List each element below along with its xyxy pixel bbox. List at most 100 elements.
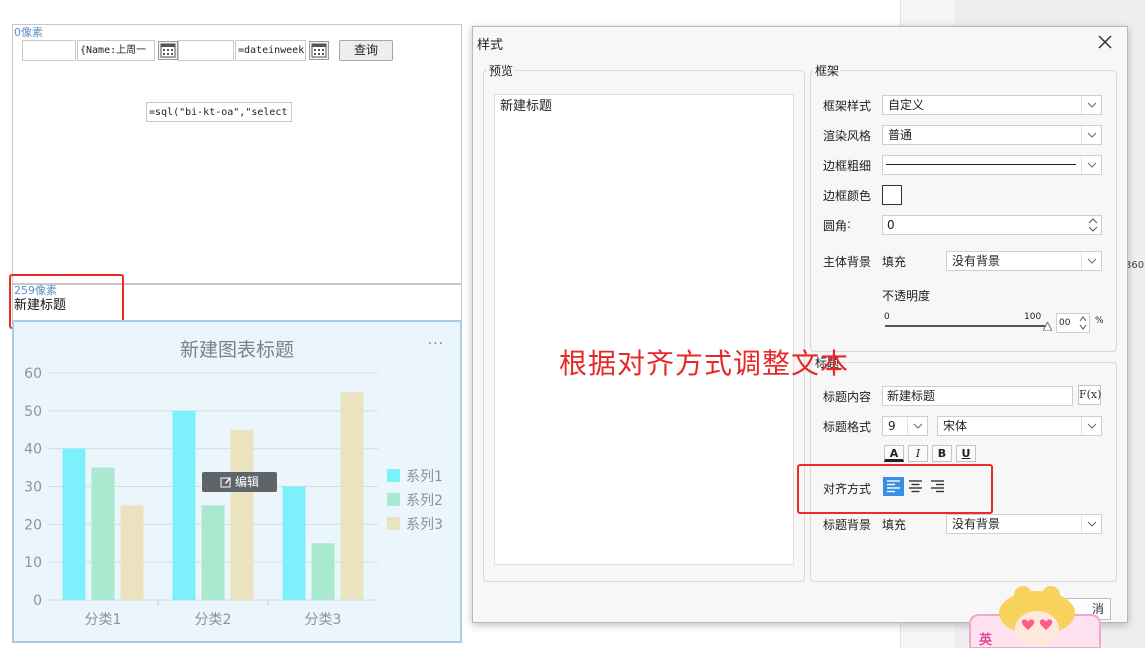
annotation-text: 根据对齐方式调整文本 xyxy=(559,347,850,380)
y-tick-label: 40 xyxy=(24,442,42,458)
render-style-value: 普通 xyxy=(888,128,913,142)
title-content-label: 标题内容 xyxy=(823,390,872,404)
title-format-label: 标题格式 xyxy=(823,420,872,434)
render-style-label: 渲染风格 xyxy=(823,129,872,143)
chevron-down-icon xyxy=(1081,252,1101,270)
render-style-select[interactable]: 普通 xyxy=(882,125,1102,145)
legend-swatch xyxy=(387,469,400,482)
italic-button[interactable]: I xyxy=(908,445,928,462)
underline-button[interactable]: U xyxy=(956,445,976,462)
design-canvas[interactable]: 0像素 {Name:上周一 =dateinweek 查询 =sql("bi-kt… xyxy=(0,0,470,648)
frame-style-select[interactable]: 自定义 xyxy=(882,95,1102,115)
x-tick-label: 分类1 xyxy=(85,612,122,628)
highlight-box-align xyxy=(797,464,993,514)
preview-canvas xyxy=(494,94,794,565)
body-bg-fill-label: 填充 xyxy=(882,255,907,269)
body-bg-select[interactable]: 没有背景 xyxy=(946,251,1102,271)
font-name-value: 宋体 xyxy=(943,419,968,433)
frame-style-value: 自定义 xyxy=(888,98,925,112)
radius-colon: : xyxy=(847,217,852,231)
calendar-icon[interactable] xyxy=(309,41,329,60)
opacity-slider-track[interactable] xyxy=(885,325,1047,327)
legend-swatch xyxy=(387,493,400,506)
spinner-icon[interactable] xyxy=(1077,314,1089,332)
edit-label: 编辑 xyxy=(234,475,259,489)
mascot-badge: 英 xyxy=(979,633,993,648)
font-size-value: 9 xyxy=(888,419,896,433)
y-tick-label: 0 xyxy=(33,593,42,609)
formula-button[interactable]: F(x) xyxy=(1078,385,1101,405)
bold-button[interactable]: B xyxy=(932,445,952,462)
chevron-down-icon xyxy=(1081,515,1101,533)
legend-label: 系列3 xyxy=(406,517,443,533)
font-name-select[interactable]: 宋体 xyxy=(937,416,1102,436)
title-bg-label: 标题背景 xyxy=(823,518,872,532)
report-block[interactable] xyxy=(12,24,462,284)
close-icon[interactable] xyxy=(1095,32,1115,52)
radius-value: 0 xyxy=(887,218,895,232)
opacity-value: 00 xyxy=(1059,318,1071,328)
border-width-label: 边框粗细 xyxy=(823,159,872,173)
y-tick-label: 60 xyxy=(24,366,42,382)
param-date-cell[interactable]: =dateinweek xyxy=(235,40,306,61)
bar xyxy=(340,391,364,600)
sql-cell[interactable]: =sql("bi-kt-oa","select xyxy=(146,102,292,122)
chevron-down-icon xyxy=(1081,126,1101,144)
spinner-icon[interactable] xyxy=(1085,216,1101,234)
border-color-label: 边框颜色 xyxy=(823,189,872,203)
pixel-label-top: 0像素 xyxy=(14,26,43,39)
frame-label: 框架 xyxy=(813,62,842,79)
bar xyxy=(201,505,225,600)
bar xyxy=(91,467,115,600)
font-size-select[interactable]: 9 xyxy=(882,416,928,436)
line-style-icon xyxy=(886,164,1076,165)
edit-icon xyxy=(220,474,232,494)
legend-swatch xyxy=(387,517,400,530)
chart-widget[interactable]: 新建图表标题 0 10 20 30 40 50 60 分类1 分类2 分类3 系列1 系列2 系列3 ··… xyxy=(12,320,462,643)
y-tick-label: 10 xyxy=(24,555,42,571)
bar xyxy=(282,486,306,600)
param-date-empty[interactable] xyxy=(178,40,234,61)
chevron-down-icon xyxy=(1081,96,1101,114)
edit-button[interactable]: 编辑 xyxy=(202,472,277,492)
opacity-input[interactable]: 00 xyxy=(1056,313,1090,333)
param-name-cell[interactable]: {Name:上周一 xyxy=(77,40,155,61)
title-bg-value: 没有背景 xyxy=(952,517,1001,531)
body-bg-label: 主体背景 xyxy=(823,255,872,269)
font-color-button[interactable]: A xyxy=(884,445,904,462)
opacity-max: 100 xyxy=(1024,312,1042,322)
frame-style-label: 框架样式 xyxy=(823,99,872,113)
legend-label: 系列2 xyxy=(406,493,443,509)
param-cell-empty[interactable] xyxy=(22,40,76,61)
bar xyxy=(120,505,144,600)
query-button[interactable]: 查询 xyxy=(339,40,393,61)
opacity-unit: % xyxy=(1095,316,1104,326)
legend-label: 系列1 xyxy=(406,469,443,485)
y-tick-label: 30 xyxy=(24,480,42,496)
chevron-down-icon xyxy=(1081,417,1101,435)
mascot-image: 英 xyxy=(965,585,1105,648)
title-bg-select[interactable]: 没有背景 xyxy=(946,514,1102,534)
slider-handle-icon[interactable] xyxy=(1042,320,1053,334)
title-content-value: 新建标题 xyxy=(887,389,936,403)
x-tick-label: 分类3 xyxy=(305,612,342,628)
radius-input[interactable]: 0 xyxy=(882,215,1102,235)
chevron-down-icon xyxy=(907,417,927,435)
chevron-down-icon xyxy=(1081,156,1101,174)
dialog-title: 样式 xyxy=(477,38,504,53)
bar xyxy=(230,429,254,600)
y-tick-label: 20 xyxy=(24,517,42,533)
chart-title: 新建图表标题 xyxy=(180,339,294,361)
border-width-select[interactable] xyxy=(882,155,1102,175)
title-content-input[interactable]: 新建标题 xyxy=(882,386,1073,406)
radius-label: 圆角 xyxy=(823,219,848,233)
preview-title-text: 新建标题 xyxy=(500,99,553,114)
calendar-icon[interactable] xyxy=(158,41,178,60)
border-color-swatch[interactable] xyxy=(882,185,902,205)
bar xyxy=(62,448,86,600)
preview-label: 预览 xyxy=(487,62,516,79)
bar xyxy=(311,543,335,600)
more-icon[interactable]: ··· xyxy=(428,336,444,352)
bar xyxy=(172,410,196,600)
title-bg-fill-label: 填充 xyxy=(882,518,907,532)
